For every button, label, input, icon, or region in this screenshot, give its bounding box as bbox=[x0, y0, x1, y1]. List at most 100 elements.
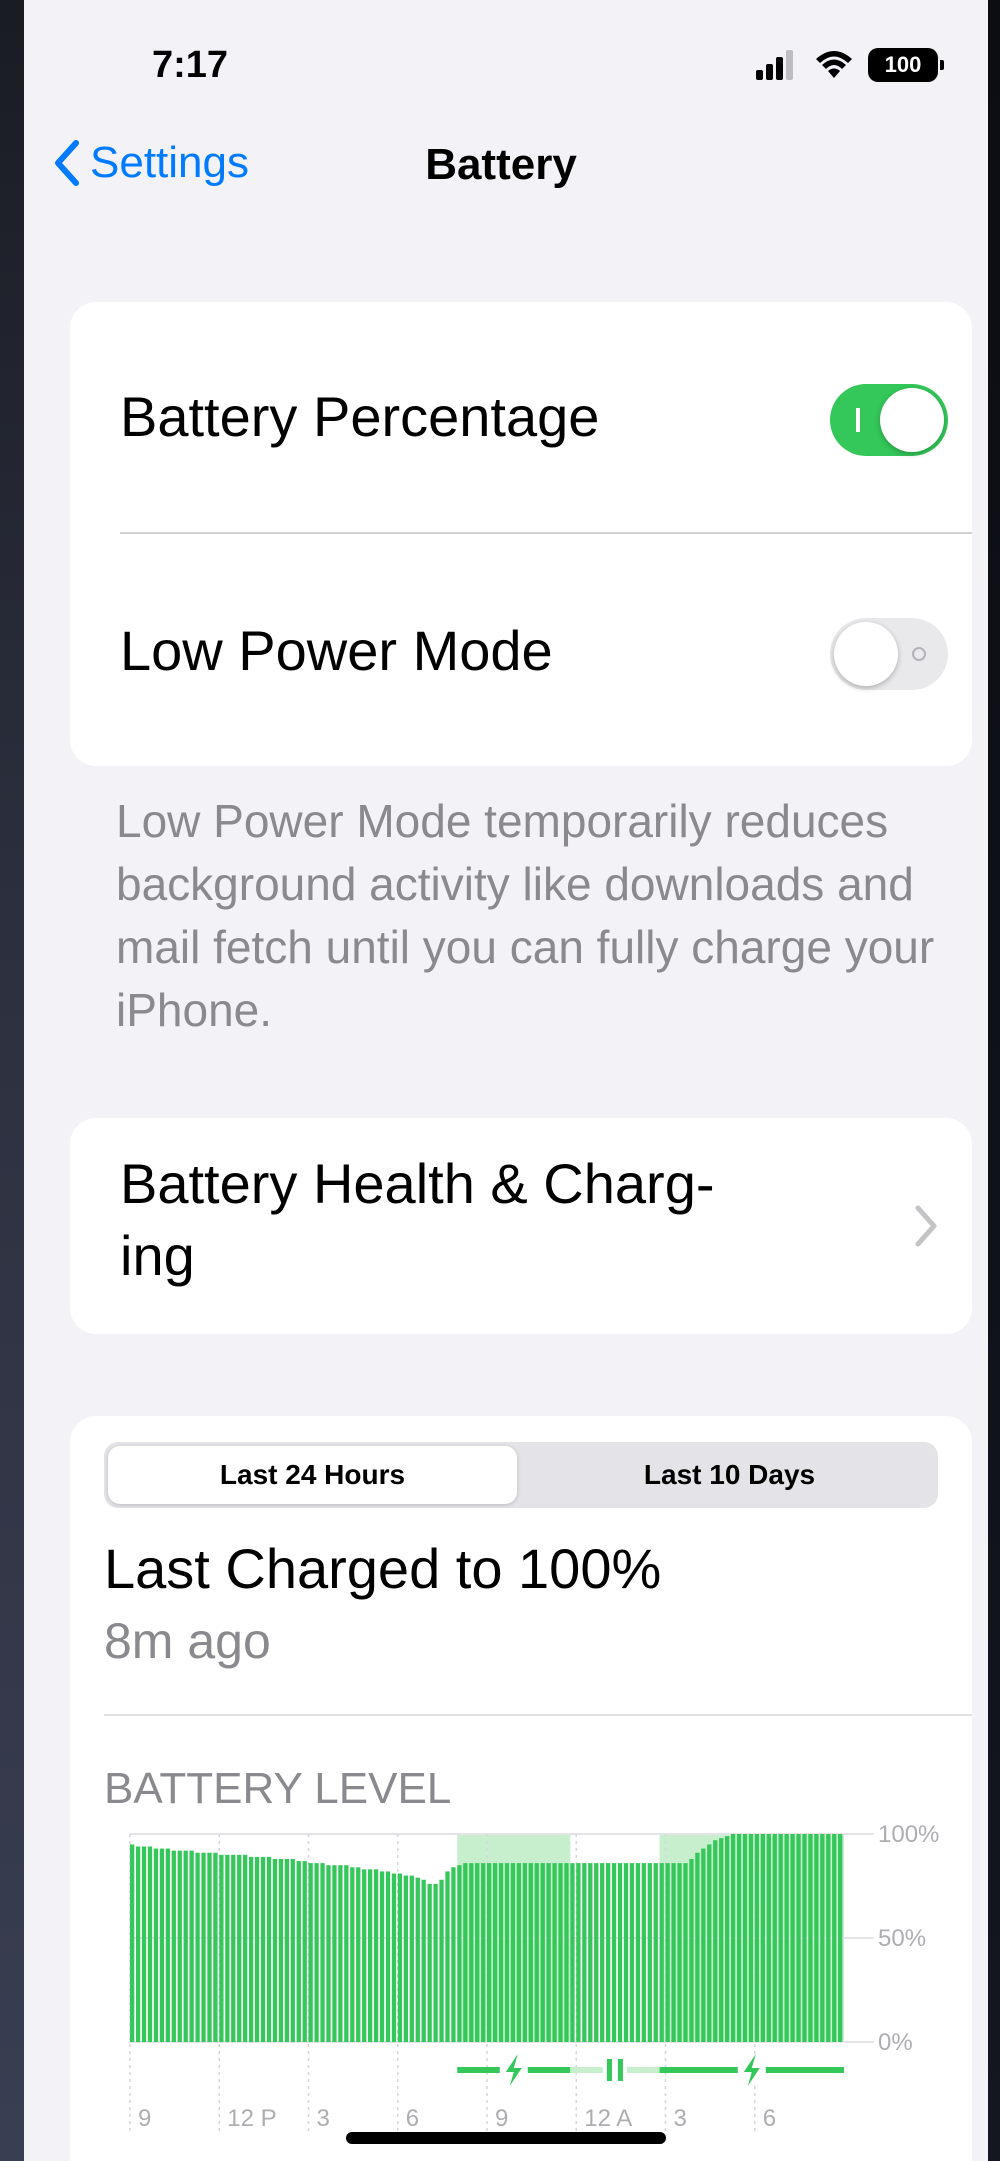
battery-level-bar bbox=[570, 1863, 575, 2042]
battery-level-bar bbox=[451, 1867, 456, 2042]
battery-level-bar bbox=[403, 1875, 408, 2042]
row-separator bbox=[120, 532, 972, 534]
battery-percentage-label: Battery Percentage bbox=[120, 385, 600, 448]
x-axis-tick-label: 9 bbox=[138, 2105, 151, 2132]
toggle-on-indicator-icon bbox=[856, 408, 860, 432]
battery-level-bar bbox=[332, 1865, 337, 2042]
photo-edge-right bbox=[988, 0, 1000, 2161]
battery-level-bar bbox=[219, 1854, 224, 2042]
battery-level-bar bbox=[546, 1863, 551, 2042]
battery-level-bar bbox=[195, 1852, 200, 2042]
battery-level-bar bbox=[141, 1846, 147, 2042]
x-axis-tick-label: 6 bbox=[406, 2105, 419, 2132]
battery-level-bar bbox=[445, 1871, 450, 2042]
battery-percentage-toggle[interactable] bbox=[830, 384, 948, 456]
pause-icon bbox=[606, 2059, 612, 2081]
battery-level-bar bbox=[243, 1854, 248, 2042]
battery-level-bar bbox=[492, 1863, 498, 2042]
battery-level-bar bbox=[296, 1861, 301, 2042]
battery-level-bar bbox=[314, 1863, 319, 2042]
battery-level-bar bbox=[254, 1856, 260, 2042]
battery-level-bar bbox=[629, 1863, 635, 2042]
pause-icon-background bbox=[602, 2056, 627, 2084]
battery-level-bar bbox=[820, 1834, 825, 2042]
battery-level-bar bbox=[808, 1834, 813, 2042]
battery-level-bar bbox=[659, 1863, 664, 2042]
battery-level-bar bbox=[391, 1873, 397, 2042]
battery-level-bar bbox=[362, 1869, 367, 2042]
battery-level-bar bbox=[504, 1863, 510, 2042]
battery-level-bar bbox=[487, 1863, 492, 2042]
battery-level-bar bbox=[302, 1861, 307, 2042]
photo-edge-left bbox=[0, 0, 24, 2161]
battery-level-bar bbox=[481, 1863, 486, 2042]
low-power-mode-toggle[interactable] bbox=[830, 618, 948, 690]
battery-level-bar bbox=[564, 1863, 569, 2042]
x-axis-tick-label: 12 P bbox=[227, 2105, 276, 2132]
low-power-mode-description: Low Power Mode temporarily reduces backg… bbox=[116, 795, 935, 1036]
cellular-signal-icon bbox=[756, 50, 793, 80]
battery-level-bar bbox=[719, 1838, 724, 2042]
battery-level-bar bbox=[213, 1852, 218, 2042]
battery-level-bar bbox=[796, 1834, 801, 2042]
battery-level-bar bbox=[171, 1850, 176, 2042]
battery-level-bar bbox=[600, 1863, 605, 2042]
battery-level-bar bbox=[838, 1834, 843, 2042]
y-axis-tick-label: 100% bbox=[878, 1821, 939, 1848]
battery-level-bar bbox=[635, 1863, 641, 2042]
battery-level-bar bbox=[397, 1873, 403, 2042]
battery-level-bar bbox=[582, 1863, 587, 2042]
status-time: 7:17 bbox=[152, 44, 229, 86]
battery-level-bar bbox=[147, 1846, 153, 2042]
battery-level-bar bbox=[231, 1854, 236, 2042]
battery-level-bar bbox=[510, 1863, 516, 2042]
battery-level-chart: 100% 50% 0% 9 12 P 3 6 9 12 A 3 6 bbox=[129, 1821, 939, 2132]
battery-level-bar bbox=[415, 1877, 420, 2042]
navigation-bar: Settings Battery bbox=[24, 120, 988, 220]
battery-level-bar bbox=[225, 1854, 230, 2042]
battery-level-bar bbox=[576, 1863, 581, 2042]
battery-level-bar bbox=[701, 1848, 706, 2042]
status-icons: 100 bbox=[756, 48, 944, 82]
battery-level-bar bbox=[368, 1869, 373, 2042]
battery-level-bar bbox=[742, 1834, 748, 2042]
battery-level-bar bbox=[457, 1865, 462, 2042]
x-axis-tick-label: 9 bbox=[495, 2105, 508, 2132]
x-axis-tick-label: 3 bbox=[674, 2105, 687, 2132]
battery-level-bar bbox=[207, 1852, 212, 2042]
battery-level-bar bbox=[379, 1871, 385, 2042]
battery-level-bar bbox=[540, 1863, 545, 2042]
battery-level-bar bbox=[641, 1863, 646, 2042]
x-axis-tick-label: 6 bbox=[763, 2105, 776, 2132]
battery-level-bar bbox=[421, 1879, 426, 2042]
pause-icon bbox=[617, 2059, 623, 2081]
battery-level-bar bbox=[736, 1834, 742, 2042]
battery-level-bar bbox=[516, 1863, 522, 2042]
battery-level-bar bbox=[790, 1834, 795, 2042]
battery-level-bar bbox=[552, 1863, 557, 2042]
battery-level-bar bbox=[177, 1850, 182, 2042]
battery-level-bar bbox=[439, 1879, 444, 2042]
battery-level-bar bbox=[356, 1867, 361, 2042]
battery-level-bar bbox=[183, 1850, 188, 2042]
low-power-mode-label: Low Power Mode bbox=[120, 619, 553, 682]
battery-level-bar bbox=[713, 1840, 718, 2042]
battery-level-bar bbox=[130, 1844, 135, 2042]
battery-health-card[interactable]: Battery Health & Charg- ing bbox=[70, 1118, 972, 1334]
battery-level-bar bbox=[814, 1834, 819, 2042]
battery-level-bar bbox=[272, 1858, 278, 2042]
battery-level-bar bbox=[409, 1875, 414, 2042]
battery-level-bar bbox=[802, 1834, 807, 2042]
battery-level-bar bbox=[671, 1863, 676, 2042]
battery-level-bar bbox=[290, 1858, 295, 2042]
toggle-off-indicator-icon bbox=[912, 647, 926, 661]
battery-level-bar bbox=[611, 1863, 617, 2042]
battery-level-bar bbox=[475, 1863, 480, 2042]
y-axis-tick-label: 50% bbox=[878, 1925, 926, 1952]
battery-level-bar bbox=[522, 1863, 527, 2042]
battery-level-bar bbox=[778, 1834, 783, 2042]
battery-usage-card: Last 24 Hours Last 10 Days Last Charged … bbox=[70, 1416, 972, 2161]
battery-level-bar bbox=[665, 1863, 670, 2042]
battery-level-bar bbox=[748, 1834, 754, 2042]
battery-level-bar bbox=[653, 1863, 658, 2042]
